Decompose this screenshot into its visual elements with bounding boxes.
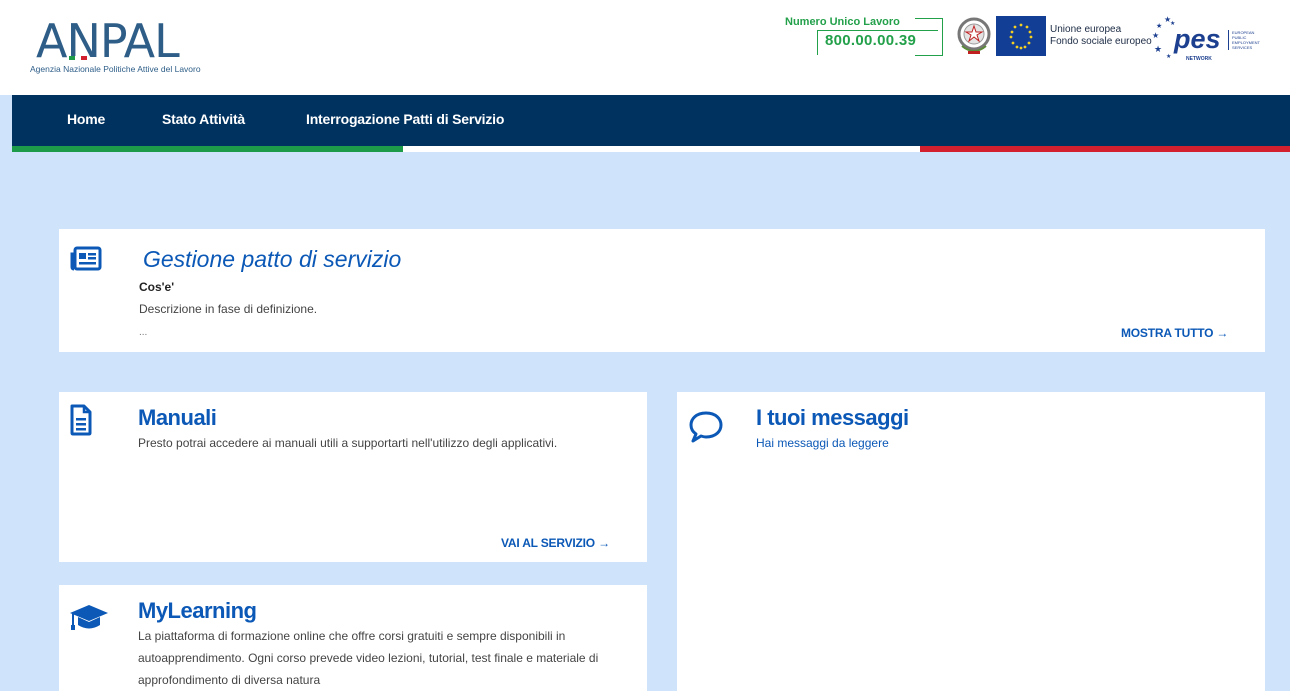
arrow-right-icon: → xyxy=(598,536,610,550)
italian-flag-mark xyxy=(69,56,87,60)
eu-line2: Fondo sociale europeo xyxy=(1050,36,1152,47)
messaggi-card: I tuoi messaggi Hai messaggi da leggere xyxy=(677,392,1265,691)
pes-wordmark: pes xyxy=(1174,24,1221,54)
eu-text: Unione europea Fondo sociale europeo xyxy=(1050,24,1152,48)
graduation-cap-icon xyxy=(69,603,109,638)
site-header: ANPAL Agenzia Nazionale Politiche Attive… xyxy=(0,0,1290,95)
messaggi-title: I tuoi messaggi xyxy=(756,405,909,430)
numero-unico-lavoro: Numero Unico Lavoro 800.00.00.39 xyxy=(785,16,945,60)
vai-al-servizio-link[interactable]: VAI AL SERVIZIO → xyxy=(501,536,610,550)
gestione-title: Gestione patto di servizio xyxy=(143,246,402,272)
numero-value: 800.00.00.39 xyxy=(825,32,917,49)
mostra-tutto-link[interactable]: MOSTRA TUTTO → xyxy=(1121,326,1228,340)
gestione-subheading: Cos'e' xyxy=(139,280,175,294)
nav-stato-attivita[interactable]: Stato Attività xyxy=(162,111,245,127)
gestione-description: Descrizione in fase di definizione. xyxy=(139,302,318,316)
mylearning-description: La piattaforma di formazione online che … xyxy=(138,629,599,687)
pes-side-line: SERVICES xyxy=(1232,45,1253,50)
main-nav: Home Stato Attività Interrogazione Patti… xyxy=(12,95,1290,146)
vai-al-servizio-label: VAI AL SERVIZIO xyxy=(501,536,595,550)
tricolor-bar xyxy=(12,146,1290,152)
eu-flag-icon xyxy=(996,16,1046,56)
logo-subtitle: Agenzia Nazionale Politiche Attive del L… xyxy=(30,64,201,74)
mostra-tutto-label: MOSTRA TUTTO xyxy=(1121,326,1214,340)
pes-network-label: NETWORK xyxy=(1186,56,1212,62)
document-icon xyxy=(69,404,93,441)
gestione-ellipsis: ... xyxy=(139,327,148,338)
messaggi-subtitle-link[interactable]: Hai messaggi da leggere xyxy=(756,434,889,452)
svg-text:★: ★ xyxy=(1166,53,1171,60)
numero-label: Numero Unico Lavoro xyxy=(785,16,900,28)
gestione-card: Gestione patto di servizio Cos'e' Descri… xyxy=(59,229,1265,352)
nav-interrogazione-patti[interactable]: Interrogazione Patti di Servizio xyxy=(306,111,504,127)
svg-text:★: ★ xyxy=(1154,45,1162,55)
newspaper-icon xyxy=(70,246,102,277)
svg-text:★: ★ xyxy=(1152,31,1159,40)
numero-frame-right xyxy=(915,18,943,56)
manuali-card: Manuali Presto potrai accedere ai manual… xyxy=(59,392,647,562)
mylearning-title: MyLearning xyxy=(138,598,257,623)
italian-republic-emblem-icon xyxy=(957,16,991,56)
arrow-right-icon: → xyxy=(1216,326,1229,340)
pes-network-logo: ★ ★ ★ ★ ★ ★ pes NETWORK EUROPEAN PUBLIC … xyxy=(1150,12,1260,62)
anpal-logo[interactable]: ANPAL Agenzia Nazionale Politiche Attive… xyxy=(30,12,276,80)
manuali-description: Presto potrai accedere ai manuali utili … xyxy=(138,436,558,450)
logo-wordmark: ANPAL xyxy=(36,14,180,68)
mylearning-card: MyLearning La piattaforma di formazione … xyxy=(59,585,647,691)
nav-home[interactable]: Home xyxy=(67,111,105,127)
manuali-title: Manuali xyxy=(138,405,217,430)
eu-line1: Unione europea xyxy=(1050,24,1122,35)
pes-side-text: EUROPEAN PUBLIC EMPLOYMENT SERVICES xyxy=(1228,30,1260,50)
svg-text:★: ★ xyxy=(1156,22,1162,30)
speech-bubble-icon xyxy=(688,410,724,449)
